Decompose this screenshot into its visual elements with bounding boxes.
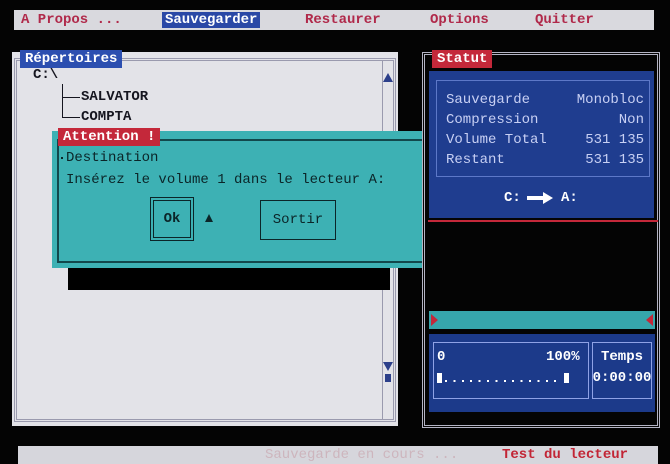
sortir-button[interactable]: Sortir xyxy=(260,200,336,240)
menu-item-quitter[interactable]: Quitter xyxy=(532,12,597,28)
transfer-target-drive: A: xyxy=(561,190,578,206)
progress-end-cap xyxy=(564,373,569,383)
scroll-up-icon[interactable] xyxy=(383,73,393,82)
dialog-shadow xyxy=(68,268,390,290)
tree-connector xyxy=(62,84,63,118)
tree-item-compta[interactable]: COMPTA xyxy=(81,109,131,125)
status-title: Statut xyxy=(432,50,493,68)
arrow-right-icon xyxy=(527,192,553,204)
bullet-dot xyxy=(61,157,63,159)
tree-item-salvator[interactable]: SALVATOR xyxy=(81,89,148,105)
status-label: Restant xyxy=(446,152,505,168)
menu-item-restaurer[interactable]: Restaurer xyxy=(302,12,384,28)
status-label: Volume Total xyxy=(446,132,547,148)
status-row-compression: Compression Non xyxy=(446,112,644,128)
ok-button[interactable]: Ok xyxy=(150,197,194,241)
status-action: Test du lecteur xyxy=(502,447,629,463)
time-value: 0:00:00 xyxy=(592,370,652,386)
progress-indicator xyxy=(437,373,442,383)
tree-branch xyxy=(62,117,80,118)
directories-title: Répertoires xyxy=(20,50,123,68)
menu-item-a-propos[interactable]: A Propos ... xyxy=(18,12,125,28)
status-label: Compression xyxy=(446,112,539,128)
progress-track xyxy=(437,373,569,383)
separator-line xyxy=(428,220,658,222)
status-value: Monobloc xyxy=(576,92,644,108)
status-bar: Sauvegarde en cours ... Test du lecteur xyxy=(18,446,658,464)
mouse-pointer-icon xyxy=(205,214,213,222)
status-row-sauvegarde: Sauvegarde Monobloc xyxy=(446,92,644,108)
scroll-thumb[interactable] xyxy=(385,374,391,382)
status-label: Sauvegarde xyxy=(446,92,531,108)
menu-item-options[interactable]: Options xyxy=(427,12,492,28)
dialog-heading: Destination xyxy=(66,150,159,166)
status-row-restant: Restant 531 135 xyxy=(446,152,644,168)
scroll-down-icon[interactable] xyxy=(383,362,393,371)
progress-dots xyxy=(445,380,561,382)
menu-bar: A Propos ... Sauvegarder Restaurer Optio… xyxy=(14,10,654,30)
transfer-source-drive: C: xyxy=(504,190,521,206)
menu-item-sauvegarder[interactable]: Sauvegarder xyxy=(162,12,261,28)
status-value: 531 135 xyxy=(585,132,644,148)
status-value: Non xyxy=(618,112,644,128)
range-bar xyxy=(429,311,655,329)
time-label: Temps xyxy=(600,349,643,365)
status-value: 531 135 xyxy=(585,152,644,168)
status-row-volume-total: Volume Total 531 135 xyxy=(446,132,644,148)
progress-min-label: 0 xyxy=(437,349,446,365)
tree-root[interactable]: C:\ xyxy=(33,67,58,83)
progress-max-label: 100% xyxy=(546,349,580,365)
dialog-message: Insérez le volume 1 dans le lecteur A: xyxy=(66,172,386,188)
status-activity: Sauvegarde en cours ... xyxy=(265,447,459,463)
marker-right-icon xyxy=(646,314,653,326)
marker-left-icon xyxy=(431,314,438,326)
dialog-title: Attention ! xyxy=(58,128,161,146)
tree-branch xyxy=(62,97,80,98)
